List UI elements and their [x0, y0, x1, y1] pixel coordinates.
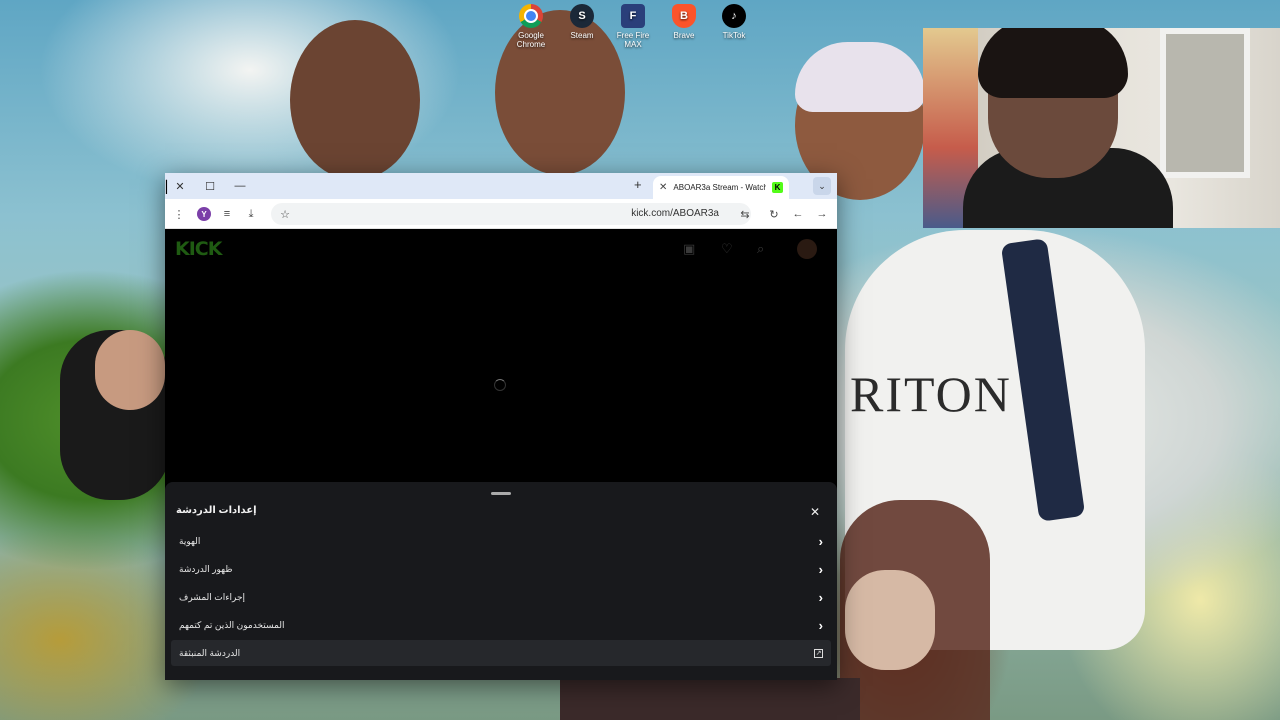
webcam-hair — [978, 28, 1128, 98]
chevron-right-icon: › — [818, 533, 823, 549]
tab-title: ABOAR3a Stream - Watch Live — [673, 183, 766, 192]
minimize-icon: — — [234, 180, 246, 192]
desktop-icon-label: Free Fire MAX — [616, 31, 650, 49]
wallpaper-person — [290, 20, 420, 180]
bookmark-star-icon[interactable]: ☆ — [277, 206, 293, 222]
search-icon[interactable]: ⌕ — [757, 241, 764, 257]
tab-search-button[interactable]: ⌄ — [813, 177, 831, 195]
wallpaper-cap — [795, 42, 925, 112]
chat-settings-item-popout-chat[interactable]: الدردشة المنبثقة ↗ — [171, 640, 831, 666]
window-minimize-button[interactable]: — — [225, 173, 255, 199]
sheet-drag-handle[interactable] — [491, 492, 511, 495]
kebab-menu-icon[interactable]: ⋮ — [171, 206, 187, 222]
webcam-window — [1160, 28, 1250, 178]
chat-settings-item-label: الهوية — [179, 535, 201, 546]
chevron-right-icon: › — [818, 617, 823, 633]
reading-list-icon[interactable]: ≡ — [219, 206, 235, 222]
maximize-icon: ☐ — [205, 180, 215, 193]
forward-icon[interactable]: → — [814, 206, 830, 222]
wallpaper-sweater-text: RITON — [850, 366, 1012, 422]
back-icon[interactable]: ← — [790, 206, 806, 222]
wallpaper-thumb — [845, 570, 935, 670]
close-icon: ✕ — [175, 180, 185, 193]
chat-settings-item-label: المستخدمون الذين تم كتمهم — [179, 619, 285, 630]
tab-kick-stream[interactable]: ✕ ABOAR3a Stream - Watch Live K — [653, 176, 789, 199]
chevron-right-icon: › — [818, 589, 823, 605]
chevron-right-icon: › — [818, 561, 823, 577]
new-tab-button[interactable]: + — [634, 177, 642, 192]
wallpaper-floor — [560, 678, 860, 720]
external-link-icon: ↗ — [814, 648, 823, 658]
chat-settings-sheet: إعدادات الدردشة ✕ الهوية › ظهور الدردشة … — [165, 482, 837, 680]
url-text: kick.com/ABOAR3a — [631, 208, 719, 219]
free-fire-icon: F — [621, 4, 645, 28]
brave-icon: B — [672, 4, 696, 28]
kick-header: KICK ▣ ♡ ⌕ — [165, 229, 837, 269]
user-avatar[interactable] — [797, 239, 817, 259]
desktop-icon-chrome[interactable]: Google Chrome — [507, 4, 555, 49]
close-icon[interactable]: ✕ — [810, 505, 820, 519]
kick-favicon-icon: K — [772, 182, 783, 193]
kick-logo[interactable]: KICK — [175, 238, 222, 260]
chat-settings-item-muted-users[interactable]: المستخدمون الذين تم كتمهم › — [171, 612, 831, 638]
wallpaper-hand — [95, 330, 165, 410]
desktop-icon-label: Google Chrome — [516, 31, 546, 49]
desktop-icon-label: Brave — [673, 31, 695, 40]
heart-icon[interactable]: ♡ — [721, 241, 733, 257]
site-settings-icon[interactable]: ⇆ — [737, 206, 753, 222]
reload-icon[interactable]: ↻ — [766, 206, 782, 222]
chat-settings-title: إعدادات الدردشة — [176, 505, 257, 516]
tab-strip: ✕ ☐ — + ✕ ABOAR3a Stream - Watch Live K … — [165, 173, 837, 199]
tab-close-icon[interactable]: ✕ — [659, 182, 667, 193]
window-maximize-button[interactable]: ☐ — [195, 173, 225, 199]
profile-avatar[interactable]: Y — [197, 207, 211, 221]
chat-settings-item-label: الدردشة المنبثقة — [179, 647, 241, 658]
desktop-icon-free-fire[interactable]: F Free Fire MAX — [609, 4, 657, 49]
desktop-icon-tiktok[interactable]: ♪ TikTok — [710, 4, 758, 40]
mouse-cursor-icon: ▏ — [166, 180, 176, 194]
chat-settings-item-moderator-actions[interactable]: إجراءات المشرف › — [171, 584, 831, 610]
chrome-icon — [519, 4, 543, 28]
chat-settings-item-appearance[interactable]: ظهور الدردشة › — [171, 556, 831, 582]
download-icon[interactable]: ⤓ — [243, 206, 259, 222]
following-icon[interactable]: ▣ — [683, 241, 695, 257]
steam-icon: S — [570, 4, 594, 28]
loading-spinner-icon — [494, 379, 506, 391]
tiktok-icon: ♪ — [722, 4, 746, 28]
address-bar[interactable]: ☆ ⇆ kick.com/ABOAR3a — [271, 203, 751, 225]
desktop-icon-steam[interactable]: S Steam — [558, 4, 606, 40]
chat-settings-item-label: ظهور الدردشة — [179, 563, 233, 574]
desktop-icon-label: Steam — [570, 31, 594, 40]
browser-toolbar: ⋮ Y ≡ ⤓ ☆ ⇆ kick.com/ABOAR3a ↻ ← → — [165, 199, 837, 229]
chat-settings-item-label: إجراءات المشرف — [179, 591, 246, 602]
desktop-icon-label: TikTok — [722, 31, 746, 40]
chat-settings-item-identity[interactable]: الهوية › — [171, 528, 831, 554]
desktop-icon-brave[interactable]: B Brave — [660, 4, 708, 40]
browser-window: ✕ ☐ — + ✕ ABOAR3a Stream - Watch Live K … — [165, 173, 837, 680]
webcam-overlay — [923, 28, 1280, 228]
